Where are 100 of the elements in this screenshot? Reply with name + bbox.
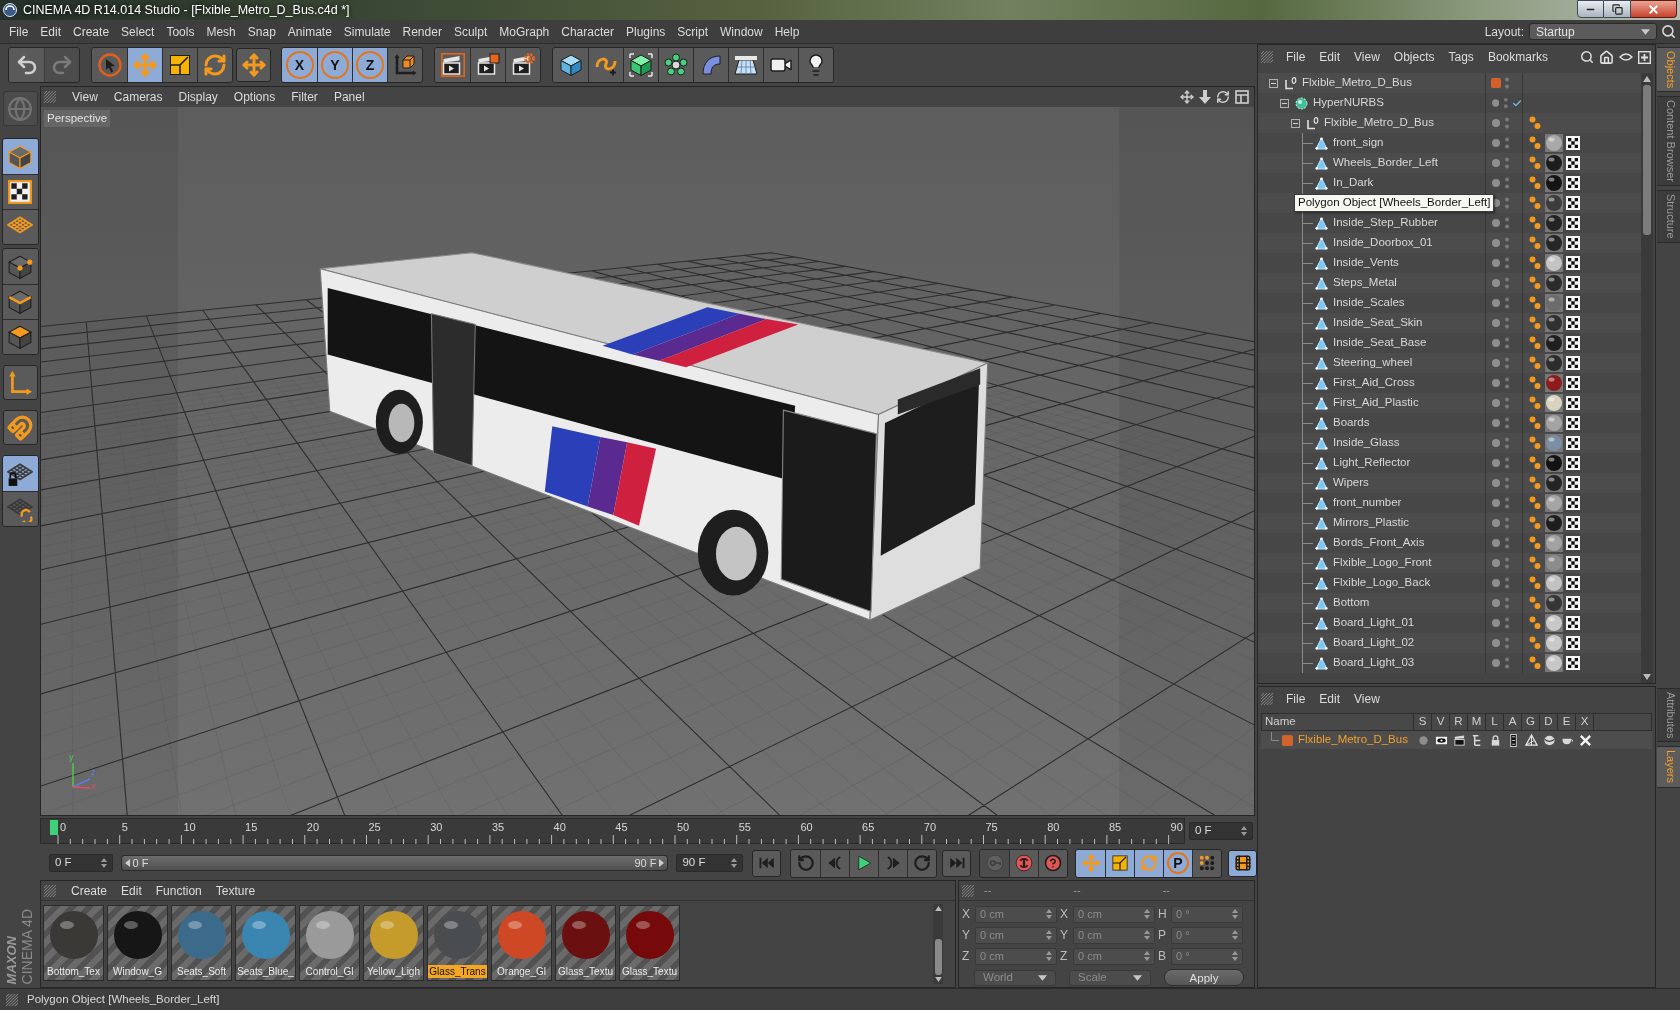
go-to-start-button[interactable] [752,849,781,877]
column-header[interactable]: A [1504,714,1522,730]
menu-item[interactable]: Edit [34,22,68,41]
apply-button[interactable]: Apply [1164,969,1244,986]
edges-mode-button[interactable] [2,284,38,319]
material-menu-item[interactable]: Function [148,881,209,900]
layer-color-swatch[interactable] [1282,734,1293,746]
object-row[interactable]: Flxible_Logo_Front [1258,553,1641,573]
object-menu-item[interactable]: Objects [1386,48,1442,66]
light-button[interactable] [798,48,833,82]
object-row[interactable]: Wheels_Border_Left [1258,153,1641,173]
cube-button[interactable] [553,48,588,82]
object-row[interactable]: Flxible_Metro_D_Bus [1258,73,1641,93]
menu-item[interactable]: Character [555,22,620,41]
object-row[interactable]: Wipers [1258,473,1641,493]
render-view-button[interactable] [435,48,470,82]
hypernurbs-button[interactable] [623,48,658,82]
scrollbar-thumb[interactable] [934,939,942,975]
layer-menu-item[interactable]: File [1279,690,1313,708]
object-menu-item[interactable]: Tags [1441,48,1481,66]
render-settings-button[interactable] [505,48,540,82]
live-selection-button[interactable] [92,48,127,82]
layer-row[interactable]: Flxible_Metro_D_Bus [1261,731,1652,749]
spline-pen-button[interactable] [588,48,623,82]
points-mode-button[interactable] [2,249,38,284]
minimize-button[interactable] [1577,0,1604,18]
viewport-canvas[interactable]: Perspective y z x [41,107,1254,815]
object-menu-item[interactable]: View [1347,48,1387,66]
autokey-button[interactable] [1009,849,1038,877]
viewport-menu-item[interactable]: Panel [325,88,373,106]
menu-item[interactable]: Help [768,22,806,41]
material-menu-item[interactable]: Edit [114,881,149,900]
object-row[interactable]: Steering_wheel [1258,353,1641,373]
axis-mode-button[interactable] [2,365,38,400]
column-header[interactable]: R [1450,714,1468,730]
object-menu-item[interactable]: File [1279,48,1313,66]
column-header[interactable]: D [1540,714,1558,730]
menu-item[interactable]: Snap [241,22,282,41]
workplane-mode-button[interactable] [2,209,38,244]
viewport-menu-item[interactable]: Cameras [105,88,171,106]
menu-item[interactable]: Tools [160,22,201,41]
object-menu-item[interactable]: Bookmarks [1480,48,1555,66]
axis-lock-button[interactable]: Y [317,48,352,82]
column-header[interactable]: S [1414,714,1432,730]
current-frame-field[interactable]: 0 F [1189,822,1253,840]
viewport-menu-item[interactable]: Display [170,88,226,106]
column-header[interactable]: X [1576,714,1594,730]
recent-tool-button[interactable] [236,48,271,82]
menu-item[interactable]: Select [115,22,161,41]
column-header[interactable]: G [1522,714,1540,730]
coordinate-system-button[interactable] [387,48,422,82]
object-menu-item[interactable]: Edit [1312,48,1348,66]
object-row[interactable]: Inside_Doorbox_01 [1258,233,1641,253]
material-tile[interactable]: Seats_Blue_ [235,905,296,981]
viewport-menu-item[interactable]: View [64,88,106,106]
material-menu-item[interactable]: Texture [208,881,263,900]
planar-workplane-button[interactable] [2,491,38,526]
frame-range-slider[interactable]: 0 F 90 F [120,855,669,871]
lock-workplane-button[interactable] [2,456,38,491]
scrollbar[interactable] [933,904,943,984]
material-tile[interactable]: Orange_Gl [491,905,552,981]
axis-lock-button[interactable]: X [282,48,317,82]
viewport-menu-item[interactable]: Options [225,88,284,106]
material-tile[interactable]: Control_Gl [299,905,360,981]
panel-tab[interactable]: Attributes [1657,688,1680,743]
camera-button[interactable] [763,48,798,82]
column-header[interactable]: E [1558,714,1576,730]
object-row[interactable]: First_Aid_Plastic [1258,393,1641,413]
menu-item[interactable]: Sculpt [447,22,494,41]
object-row[interactable]: Inside_Glass [1258,433,1641,453]
layer-menu-item[interactable]: View [1347,690,1387,708]
floor-button[interactable] [728,48,763,82]
cloner-button[interactable] [658,48,693,82]
bend-deformer-button[interactable] [693,48,728,82]
object-row[interactable]: Steps_Metal [1258,273,1641,293]
material-tile[interactable]: Glass_Textu [619,905,680,981]
start-frame-field[interactable]: 0 F [49,854,113,872]
end-frame-field[interactable]: 90 F [676,854,743,872]
polygons-mode-button[interactable] [2,319,38,354]
menu-item[interactable]: Render [396,22,448,41]
menu-item[interactable]: File [3,22,35,41]
menu-item[interactable]: Window [714,22,769,41]
menu-item[interactable]: Create [67,22,116,41]
layout-dropdown[interactable]: Startup [1529,23,1657,40]
render-to-picture-viewer-button[interactable] [470,48,505,82]
menu-item[interactable]: Script [671,22,714,41]
scrollbar[interactable] [1641,73,1653,683]
maximize-button[interactable] [1604,0,1631,18]
menu-item[interactable]: MoGraph [493,22,556,41]
move-button[interactable] [127,48,162,82]
viewport-menu-item[interactable]: Filter [283,88,326,106]
key-position-button[interactable] [1076,849,1105,877]
go-to-end-button[interactable] [942,849,971,877]
menu-item[interactable]: Animate [281,22,338,41]
object-row[interactable]: Inside_Seat_Skin [1258,313,1641,333]
material-tile[interactable]: Seats_Soft [171,905,232,981]
panel-tab[interactable]: Content Browser [1657,96,1680,187]
close-button[interactable] [1631,0,1677,18]
texture-mode-button[interactable] [2,174,38,209]
menu-item[interactable]: Simulate [337,22,397,41]
